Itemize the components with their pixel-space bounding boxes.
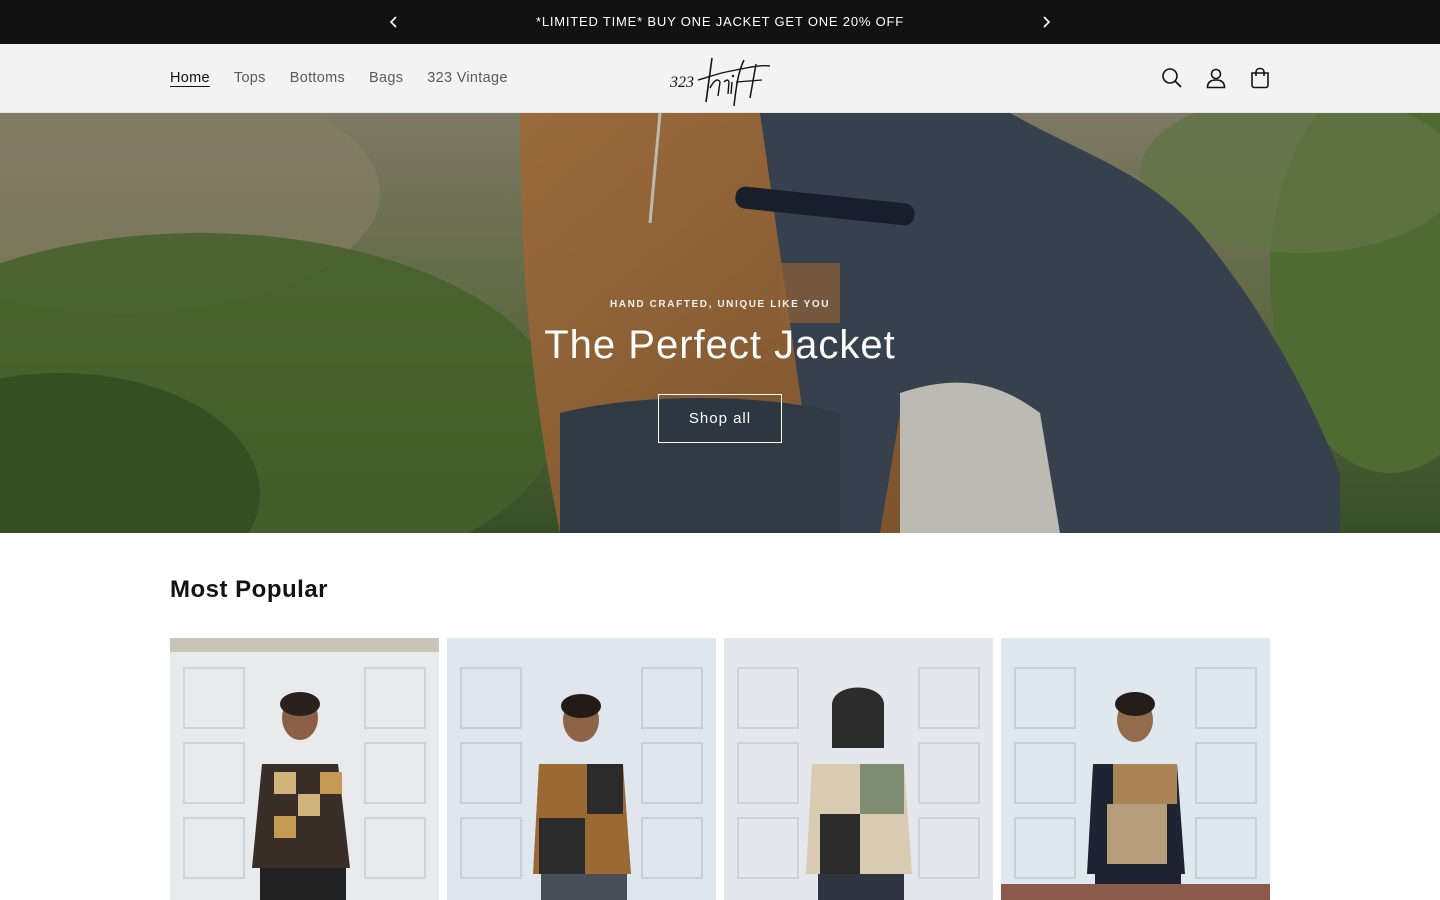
site-header: Home Tops Bottoms Bags 323 Vintage 323 — [0, 44, 1440, 113]
nav-item-bottoms[interactable]: Bottoms — [278, 70, 357, 86]
nav-item-tops[interactable]: Tops — [222, 70, 278, 86]
product-image — [170, 638, 439, 900]
site-logo[interactable]: 323 — [666, 52, 774, 108]
nav-item-bags[interactable]: Bags — [357, 70, 415, 86]
product-image — [724, 638, 993, 900]
svg-text:323: 323 — [669, 74, 694, 91]
announcement-text: *LIMITED TIME* BUY ONE JACKET GET ONE 20… — [535, 14, 905, 29]
product-image — [447, 638, 716, 900]
shop-all-button[interactable]: Shop all — [658, 394, 782, 443]
product-card[interactable] — [170, 638, 439, 900]
hero-subheading: HAND CRAFTED, UNIQUE LIKE YOU — [609, 299, 831, 310]
product-grid — [170, 638, 1270, 900]
nav-item-323-vintage[interactable]: 323 Vintage — [415, 70, 519, 86]
chevron-right-icon[interactable] — [1036, 12, 1056, 32]
account-icon[interactable] — [1194, 56, 1238, 100]
section-title: Most Popular — [170, 576, 329, 603]
product-card[interactable] — [447, 638, 716, 900]
product-card[interactable] — [1001, 638, 1270, 900]
product-image — [1001, 638, 1270, 900]
header-icons — [1150, 56, 1282, 100]
search-icon[interactable] — [1150, 56, 1194, 100]
announcement-bar: *LIMITED TIME* BUY ONE JACKET GET ONE 20… — [0, 0, 1440, 44]
hero-banner: HAND CRAFTED, UNIQUE LIKE YOU The Perfec… — [0, 113, 1440, 533]
cart-icon[interactable] — [1238, 56, 1282, 100]
hero-heading: The Perfect Jacket — [544, 323, 896, 367]
nav-item-home[interactable]: Home — [158, 70, 222, 86]
product-card[interactable] — [724, 638, 993, 900]
main-nav: Home Tops Bottoms Bags 323 Vintage — [158, 44, 520, 112]
